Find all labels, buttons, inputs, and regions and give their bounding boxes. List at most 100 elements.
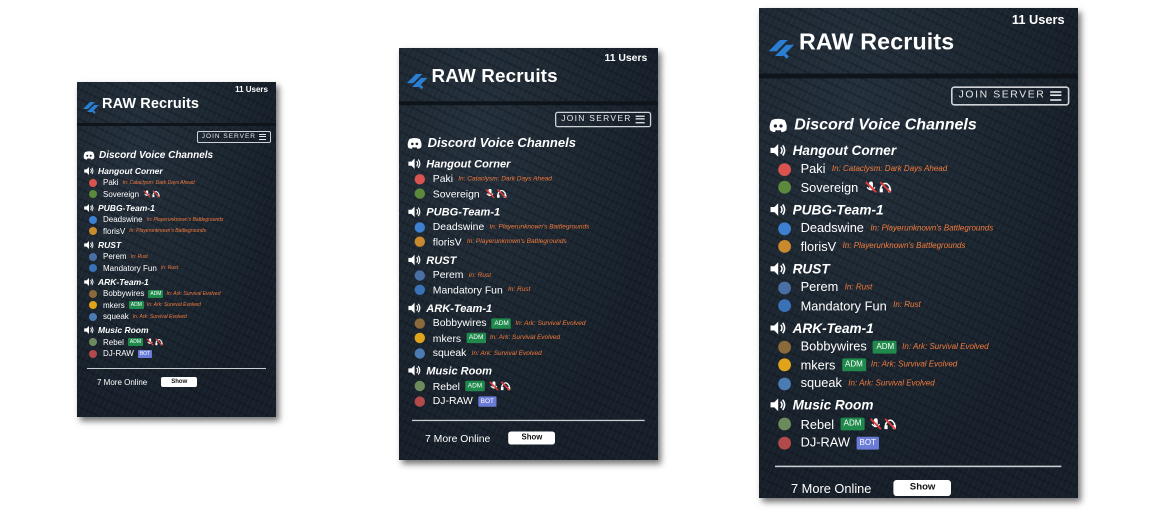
channel-header[interactable]: PUBG-Team-1 xyxy=(399,203,658,220)
channel-header[interactable]: Hangout Corner xyxy=(399,155,658,172)
speaker-icon xyxy=(408,254,421,265)
member-game: In: Ark: Survival Evolved xyxy=(146,302,201,309)
join-row: JOIN SERVER xyxy=(759,78,1077,108)
channel-member[interactable]: Sovereign xyxy=(759,178,1077,196)
channel-member[interactable]: Mandatory Fun In: Rust xyxy=(399,283,658,298)
discord-widget-small: 11 Users RAW Recruits JOIN SERVER Discor… xyxy=(77,82,276,417)
channel-header[interactable]: ARK-Team-1 xyxy=(399,299,658,316)
widget-title: Discord Voice Channels xyxy=(77,147,276,163)
voice-channel: Hangout Corner Paki In: Cataclysm: Dark Da… xyxy=(399,155,658,202)
voice-channel: ARK-Team-1 Bobbywires ADM In: Ark: Survival… xyxy=(399,299,658,361)
channel-member[interactable]: Bobbywires ADM In: Ark: Survival Evolved xyxy=(77,288,276,300)
channel-member[interactable]: Sovereign xyxy=(77,189,276,201)
adm-badge: ADM xyxy=(466,333,486,344)
channel-name: PUBG-Team-1 xyxy=(792,200,884,217)
channel-member[interactable]: DJ-RAW BOT xyxy=(759,434,1077,452)
member-game: In: Playerunknown's Battlegrounds xyxy=(146,216,224,223)
channel-member[interactable]: Deadswine In: Playerunknown's Battlegroun… xyxy=(77,214,276,226)
channel-header[interactable]: RUST xyxy=(759,258,1077,279)
member-name: squeak xyxy=(800,376,842,391)
channel-header[interactable]: Music Room xyxy=(759,394,1077,415)
channel-member[interactable]: squeak In: Ark: Survival Evolved xyxy=(77,311,276,323)
avatar xyxy=(778,299,791,313)
channel-header[interactable]: ARK-Team-1 xyxy=(759,317,1077,338)
channel-member[interactable]: florisV In: Playerunknown's Battlegrounds xyxy=(77,226,276,238)
channel-member[interactable]: Paki In: Cataclysm: Dark Days Ahead xyxy=(77,177,276,189)
channel-member[interactable]: florisV In: Playerunknown's Battlegrounds xyxy=(759,238,1077,256)
channel-header[interactable]: Music Room xyxy=(399,362,658,379)
speaker-icon xyxy=(84,277,94,286)
channel-member[interactable]: Perem In: Rust xyxy=(399,268,658,283)
member-game: In: Rust xyxy=(893,301,921,311)
raw-logo-icon xyxy=(83,102,99,114)
channel-header[interactable]: PUBG-Team-1 xyxy=(77,201,276,214)
show-button[interactable]: Show xyxy=(508,431,556,445)
member-name: squeak xyxy=(432,347,467,360)
channel-member[interactable]: Bobbywires ADM In: Ark: Survival Evolved xyxy=(759,338,1077,356)
adm-badge: ADM xyxy=(148,289,164,298)
channel-name: ARK-Team-1 xyxy=(98,276,149,287)
show-button[interactable]: Show xyxy=(161,377,198,387)
member-name: Mandatory Fun xyxy=(432,284,503,296)
channel-member[interactable]: DJ-RAW BOT xyxy=(399,394,658,409)
join-row: JOIN SERVER xyxy=(399,105,658,130)
channel-member[interactable]: Deadswine In: Playerunknown's Battlegroun… xyxy=(759,219,1077,237)
channel-member[interactable]: mkers ADM In: Ark: Survival Evolved xyxy=(399,331,658,346)
channel-member[interactable]: Paki In: Cataclysm: Dark Days Ahead xyxy=(759,160,1077,178)
widget-title: Discord Voice Channels xyxy=(759,112,1077,138)
channel-member[interactable]: Mandatory Fun In: Rust xyxy=(759,297,1077,315)
channel-header[interactable]: RUST xyxy=(77,238,276,251)
channel-member[interactable]: squeak In: Ark: Survival Evolved xyxy=(759,374,1077,392)
channel-member[interactable]: mkers ADM In: Ark: Survival Evolved xyxy=(759,356,1077,374)
channel-member[interactable]: Perem In: Rust xyxy=(77,251,276,263)
channel-member[interactable]: florisV In: Playerunknown's Battlegrounds xyxy=(399,235,658,250)
join-server-button[interactable]: JOIN SERVER xyxy=(554,111,652,128)
avatar xyxy=(414,347,425,359)
channel-member[interactable]: squeak In: Ark: Survival Evolved xyxy=(399,346,658,361)
member-game: In: Rust xyxy=(160,265,179,272)
channel-member[interactable]: Mandatory Fun In: Rust xyxy=(77,263,276,275)
channel-member[interactable]: Rebel ADM xyxy=(399,379,658,394)
adm-badge: ADM xyxy=(840,418,865,431)
channel-header[interactable]: Music Room xyxy=(77,324,276,337)
discord-icon xyxy=(407,137,422,149)
join-server-button[interactable]: JOIN SERVER xyxy=(950,86,1070,106)
member-name: Mandatory Fun xyxy=(103,263,157,273)
widget-content: 11 Users RAW Recruits JOIN SERVER Discor… xyxy=(77,82,276,396)
discord-widget-large: 11 Users RAW Recruits JOIN SERVER Discor… xyxy=(759,8,1078,498)
channel-member[interactable]: Perem In: Rust xyxy=(759,278,1077,296)
member-name: Sovereign xyxy=(103,189,140,199)
channel-member[interactable]: DJ-RAW BOT xyxy=(77,348,276,360)
channel-header[interactable]: Hangout Corner xyxy=(759,139,1077,160)
join-server-label: JOIN SERVER xyxy=(958,89,1046,101)
member-game: In: Ark: Survival Evolved xyxy=(870,360,958,370)
channel-member[interactable]: Rebel ADM xyxy=(77,337,276,349)
avatar xyxy=(414,396,425,407)
member-game: In: Cataclysm: Dark Days Ahead xyxy=(122,179,195,186)
member-name: Paki xyxy=(432,173,454,185)
channel-header[interactable]: Hangout Corner xyxy=(77,164,276,177)
channel-name: RUST xyxy=(426,252,457,266)
channel-list: Hangout Corner Paki In: Cataclysm: Dark Da… xyxy=(759,139,1077,452)
show-button[interactable]: Show xyxy=(893,480,952,496)
channel-member[interactable]: Paki In: Cataclysm: Dark Days Ahead xyxy=(399,172,658,187)
speaker-icon xyxy=(770,261,786,275)
join-server-button[interactable]: JOIN SERVER xyxy=(196,131,271,143)
channel-member[interactable]: Rebel ADM xyxy=(759,415,1077,433)
channel-header[interactable]: ARK-Team-1 xyxy=(77,275,276,288)
avatar xyxy=(414,269,425,281)
channel-member[interactable]: Deadswine In: Playerunknown's Battlegroun… xyxy=(399,220,658,235)
bot-badge: BOT xyxy=(856,436,880,450)
member-name: Bobbywires xyxy=(432,317,487,330)
channel-member[interactable]: Bobbywires ADM In: Ark: Survival Evolved xyxy=(399,316,658,331)
adm-badge: ADM xyxy=(465,381,485,392)
channel-name: RUST xyxy=(792,260,830,276)
channel-member[interactable]: Sovereign xyxy=(399,186,658,201)
avatar xyxy=(414,188,425,200)
member-name: mkers xyxy=(432,332,462,345)
member-name: DJ-RAW xyxy=(432,395,473,408)
channel-member[interactable]: mkers ADM In: Ark: Survival Evolved xyxy=(77,300,276,312)
channel-header[interactable]: PUBG-Team-1 xyxy=(759,198,1077,219)
voice-channel: Music Room Rebel ADM DJ-RAW BOT xyxy=(759,394,1077,452)
channel-header[interactable]: RUST xyxy=(399,251,658,268)
